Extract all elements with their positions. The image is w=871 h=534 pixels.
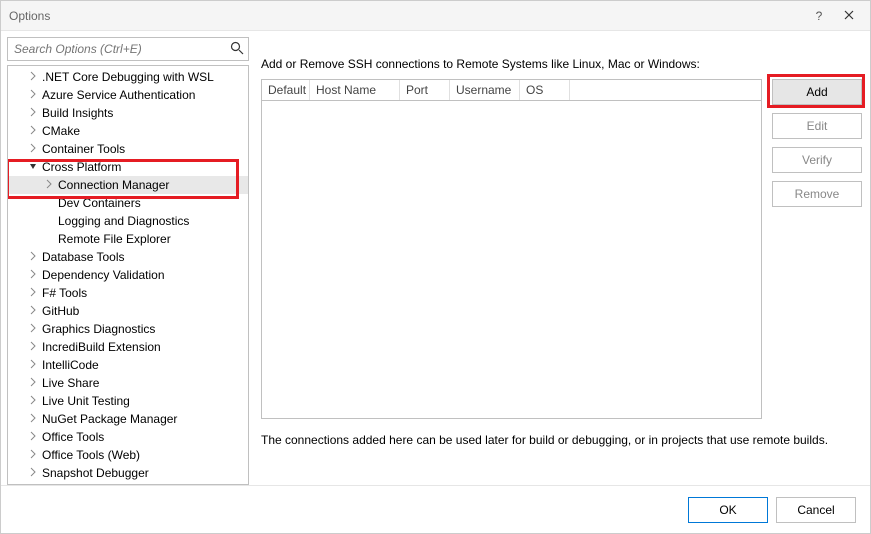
chevron-right-icon xyxy=(44,179,56,191)
chevron-right-icon xyxy=(28,287,40,299)
column-header[interactable]: Host Name xyxy=(310,80,400,100)
tree-item[interactable]: Live Unit Testing xyxy=(8,392,248,410)
page-hint: The connections added here can be used l… xyxy=(261,433,862,447)
tree-item-label: .NET Core Debugging with WSL xyxy=(42,70,214,84)
tree-item-label: IncrediBuild Extension xyxy=(42,340,161,354)
chevron-right-icon xyxy=(28,449,40,461)
tree-item-label: CMake xyxy=(42,124,80,138)
cancel-button[interactable]: Cancel xyxy=(776,497,856,523)
chevron-right-icon xyxy=(28,467,40,479)
chevron-right-icon xyxy=(28,377,40,389)
column-header[interactable]: OS xyxy=(520,80,570,100)
dialog-footer: OK Cancel xyxy=(1,485,870,533)
titlebar: Options ? xyxy=(1,1,870,31)
tree-item-label: Build Insights xyxy=(42,106,113,120)
chevron-right-icon xyxy=(28,359,40,371)
tree-item[interactable]: Office Tools (Web) xyxy=(8,446,248,464)
chevron-right-icon xyxy=(28,431,40,443)
tree-item[interactable]: Logging and Diagnostics xyxy=(8,212,248,230)
chevron-right-icon xyxy=(28,89,40,101)
tree-item[interactable]: CMake xyxy=(8,122,248,140)
tree-item-label: Database Tools xyxy=(42,250,125,264)
tree-item[interactable]: F# Tools xyxy=(8,284,248,302)
chevron-right-icon xyxy=(28,341,40,353)
tree-item-label: Live Unit Testing xyxy=(42,394,130,408)
tree-item-label: GitHub xyxy=(42,304,79,318)
tree-item[interactable]: Snapshot Debugger xyxy=(8,464,248,482)
chevron-right-icon xyxy=(28,323,40,335)
remove-button: Remove xyxy=(772,181,862,207)
spacer xyxy=(44,197,56,209)
spacer xyxy=(44,215,56,227)
tree-item-label: Cross Platform xyxy=(42,160,121,174)
tree-item-label: Snapshot Debugger xyxy=(42,466,149,480)
tree-item-label: Connection Manager xyxy=(58,178,169,192)
tree-item-label: Logging and Diagnostics xyxy=(58,214,189,228)
chevron-right-icon xyxy=(28,251,40,263)
search-icon xyxy=(230,41,244,58)
help-icon: ? xyxy=(816,9,823,23)
add-button[interactable]: Add xyxy=(772,79,862,105)
tree-item[interactable]: IntelliCode xyxy=(8,356,248,374)
tree-item[interactable]: Graphics Diagnostics xyxy=(8,320,248,338)
chevron-right-icon xyxy=(28,107,40,119)
tree-item[interactable]: Azure Service Authentication xyxy=(8,86,248,104)
tree-item-label: Dev Containers xyxy=(58,196,141,210)
tree-item[interactable]: Container Tools xyxy=(8,140,248,158)
options-page: Add or Remove SSH connections to Remote … xyxy=(261,37,862,485)
tree-item[interactable]: Dev Containers xyxy=(8,194,248,212)
chevron-right-icon xyxy=(28,143,40,155)
tree-item-label: Office Tools (Web) xyxy=(42,448,140,462)
tree-item[interactable]: Dependency Validation xyxy=(8,266,248,284)
column-header[interactable]: Port xyxy=(400,80,450,100)
options-dialog: Options ? .NET Core Debugging with WSL Az… xyxy=(0,0,871,534)
tree-item[interactable]: Office Tools xyxy=(8,428,248,446)
chevron-right-icon xyxy=(28,71,40,83)
tree-item[interactable]: Database Tools xyxy=(8,248,248,266)
tree-item[interactable]: Connection Manager xyxy=(8,176,248,194)
tree-item-label: F# Tools xyxy=(42,286,87,300)
chevron-right-icon xyxy=(28,125,40,137)
tree-item[interactable]: NuGet Package Manager xyxy=(8,410,248,428)
window-title: Options xyxy=(9,9,804,23)
tree-item-label: Azure Service Authentication xyxy=(42,88,195,102)
tree-item-label: Office Tools xyxy=(42,430,104,444)
tree-item-label: Live Share xyxy=(42,376,99,390)
options-tree[interactable]: .NET Core Debugging with WSL Azure Servic… xyxy=(7,65,249,485)
search-input[interactable] xyxy=(7,37,249,61)
column-header[interactable]: Default xyxy=(262,80,310,100)
spacer xyxy=(44,233,56,245)
tree-item[interactable]: GitHub xyxy=(8,302,248,320)
close-icon xyxy=(844,9,854,23)
chevron-right-icon xyxy=(28,395,40,407)
chevron-right-icon xyxy=(28,305,40,317)
verify-button: Verify xyxy=(772,147,862,173)
tree-item[interactable]: Live Share xyxy=(8,374,248,392)
tree-item-label: NuGet Package Manager xyxy=(42,412,177,426)
tree-item[interactable]: Cross Platform xyxy=(8,158,248,176)
close-button[interactable] xyxy=(834,1,864,31)
tree-item-label: Dependency Validation xyxy=(42,268,165,282)
edit-button: Edit xyxy=(772,113,862,139)
column-header[interactable]: Username xyxy=(450,80,520,100)
tree-item-label: IntelliCode xyxy=(42,358,99,372)
tree-item[interactable]: Remote File Explorer xyxy=(8,230,248,248)
tree-item-label: Remote File Explorer xyxy=(58,232,171,246)
connections-table[interactable]: DefaultHost NamePortUsernameOS xyxy=(261,79,762,419)
tree-item[interactable]: .NET Core Debugging with WSL xyxy=(8,68,248,86)
tree-item[interactable]: IncrediBuild Extension xyxy=(8,338,248,356)
chevron-right-icon xyxy=(28,269,40,281)
ok-button[interactable]: OK xyxy=(688,497,768,523)
chevron-down-icon xyxy=(28,161,40,173)
page-caption: Add or Remove SSH connections to Remote … xyxy=(261,57,862,71)
tree-item-label: Container Tools xyxy=(42,142,125,156)
options-sidebar: .NET Core Debugging with WSL Azure Servic… xyxy=(7,37,249,485)
tree-item-label: Graphics Diagnostics xyxy=(42,322,155,336)
chevron-right-icon xyxy=(28,413,40,425)
column-header-blank xyxy=(570,80,761,100)
tree-item[interactable]: Build Insights xyxy=(8,104,248,122)
help-button[interactable]: ? xyxy=(804,1,834,31)
